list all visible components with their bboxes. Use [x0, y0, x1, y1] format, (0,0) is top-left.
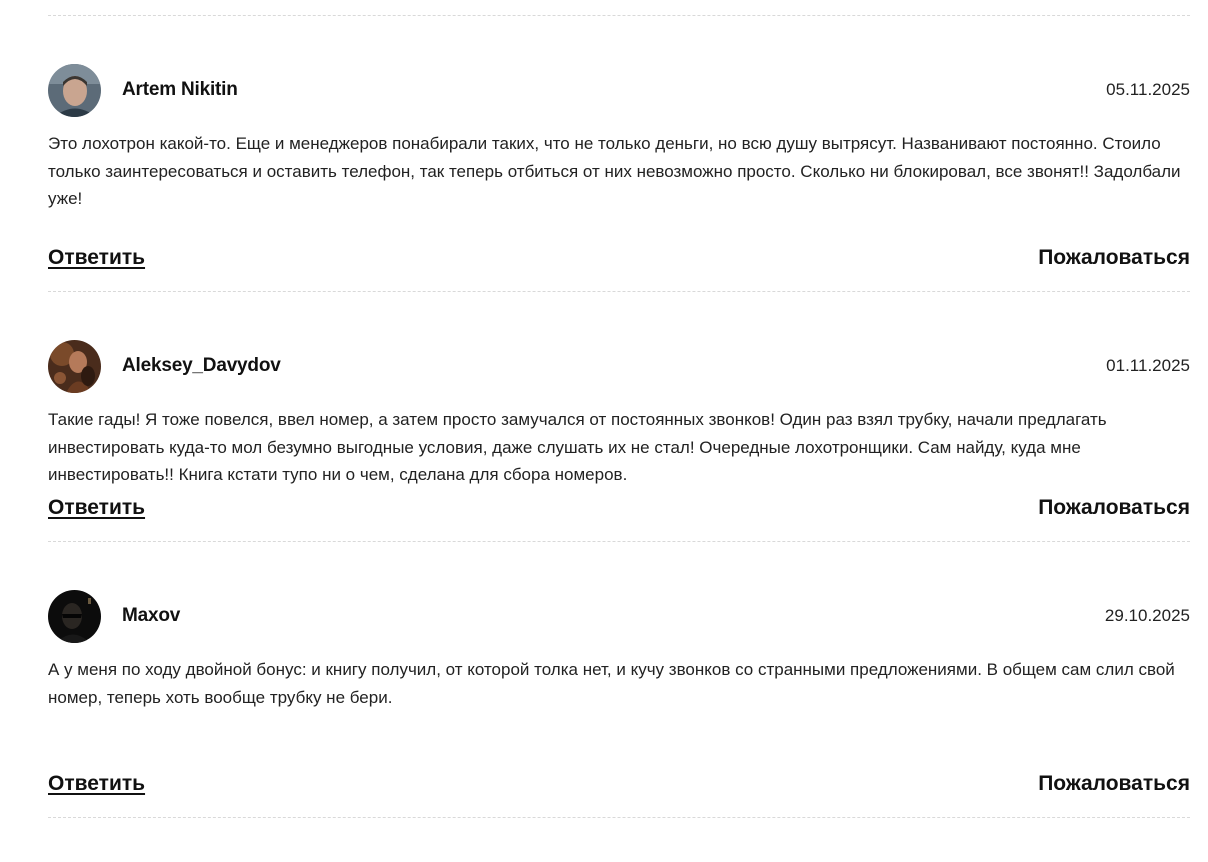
comment-header: Aleksey_Davydov 01.11.2025: [48, 339, 1190, 393]
comment-item: Aleksey_Davydov 01.11.2025 Такие гады! Я…: [48, 292, 1190, 542]
avatar[interactable]: [48, 339, 101, 393]
divider: [48, 817, 1190, 818]
reply-link[interactable]: Ответить: [48, 246, 145, 270]
avatar[interactable]: [48, 63, 101, 117]
comment-header: Maxov 29.10.2025: [48, 589, 1190, 643]
author-name: Artem Nikitin: [122, 79, 238, 100]
report-button[interactable]: Пожаловаться: [1038, 246, 1190, 270]
comment-actions: Ответить Пожаловаться: [48, 246, 1190, 270]
comment-item: Maxov 29.10.2025 А у меня по ходу двойно…: [48, 542, 1190, 818]
comment-item: Artem Nikitin 05.11.2025 Это лохотрон ка…: [48, 16, 1190, 292]
comments-list: Artem Nikitin 05.11.2025 Это лохотрон ка…: [48, 15, 1190, 818]
comment-text: А у меня по ходу двойной бонус: и книгу …: [48, 660, 1175, 707]
comment-text: Такие гады! Я тоже повелся, ввел номер, …: [48, 410, 1107, 484]
reply-link[interactable]: Ответить: [48, 772, 145, 796]
reply-link[interactable]: Ответить: [48, 496, 145, 520]
comment-actions: Ответить Пожаловаться: [48, 496, 1190, 520]
report-button[interactable]: Пожаловаться: [1038, 772, 1190, 796]
report-button[interactable]: Пожаловаться: [1038, 496, 1190, 520]
author-name: Maxov: [122, 605, 181, 626]
comment-date: 29.10.2025: [1104, 606, 1190, 625]
comment-actions: Ответить Пожаловаться: [48, 772, 1190, 796]
comment-date: 05.11.2025: [1106, 80, 1190, 99]
author-name: Aleksey_Davydov: [122, 355, 281, 376]
comment-text: Это лохотрон какой-то. Еще и менеджеров …: [48, 134, 1181, 208]
comment-date: 01.11.2025: [1106, 356, 1190, 375]
comment-header: Artem Nikitin 05.11.2025: [48, 63, 1190, 117]
avatar[interactable]: [48, 589, 101, 643]
